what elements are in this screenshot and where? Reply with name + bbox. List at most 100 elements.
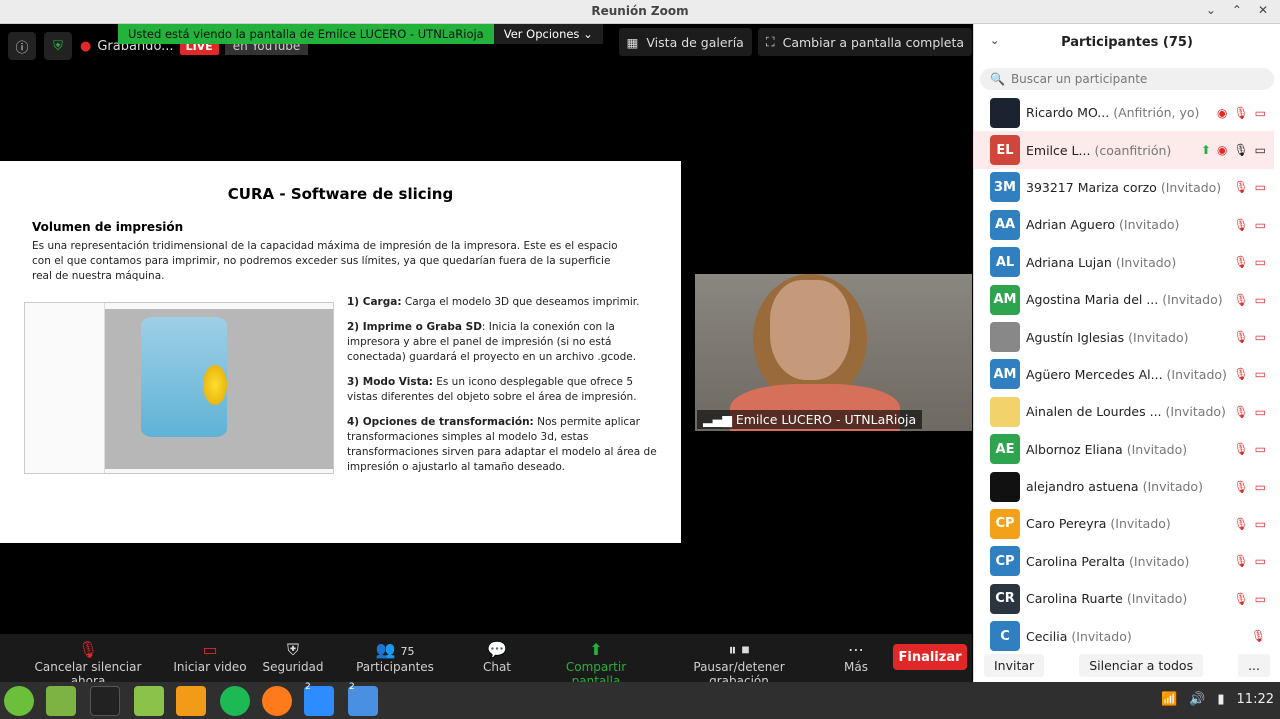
participant-row[interactable]: CP Carolina Peralta (Invitado) 🎙 ▭ — [974, 543, 1274, 580]
system-tray: 📶 🔊 ▮ 11:22 — [1161, 692, 1274, 707]
share-banner-text: Usted está viendo la pantalla de Emilce … — [118, 24, 494, 44]
share-icon: ⬆ — [589, 640, 603, 659]
mute-all-button[interactable]: Silenciar a todos — [1079, 653, 1204, 677]
view-options-button[interactable]: Ver Opciones ⌄ — [493, 24, 603, 44]
participant-row[interactable]: C Cecilia (Invitado) 🎙 — [974, 617, 1274, 652]
video-off-icon: ▭ — [202, 640, 218, 659]
expand-icon: ⛶ — [765, 34, 775, 49]
shield-icon: ⛨ — [286, 640, 299, 659]
avatar — [990, 322, 1020, 353]
participant-row[interactable]: AM Agüero Mercedes Al... (Invitado) 🎙 ▭ — [974, 356, 1274, 393]
mic-muted-icon: 🎙 — [1233, 255, 1249, 270]
record-icon: ◉ — [1216, 105, 1228, 120]
more-options-button[interactable]: ... — [1238, 653, 1270, 677]
avatar: AE — [990, 434, 1020, 465]
participant-row[interactable]: Agustín Iglesias (Invitado) 🎙 ▭ — [974, 318, 1274, 355]
share-screen-button[interactable]: ⬆ Compartir pantalla — [540, 640, 652, 688]
panel-header: ⌄ Participantes (75) — [974, 24, 1280, 60]
wifi-icon[interactable]: 📶 — [1161, 692, 1177, 707]
video-off-icon: ▭ — [1254, 330, 1266, 345]
info-icon[interactable]: ⓘ — [8, 32, 36, 60]
participant-row[interactable]: AA Adrian Aguero (Invitado) 🎙 ▭ — [974, 206, 1274, 243]
participant-row[interactable]: AL Adriana Lujan (Invitado) 🎙 ▭ — [974, 244, 1274, 281]
spotify-icon[interactable] — [220, 686, 250, 716]
close-icon[interactable]: ✕ — [1258, 3, 1268, 17]
terminal-icon[interactable] — [90, 686, 120, 716]
model-object — [203, 365, 227, 405]
speaker-name-label: ▂▄▆ Emilce LUCERO - UTNLaRioja — [697, 410, 923, 429]
chat-icon: 💬 — [487, 640, 507, 659]
slide-steps: 1) Carga: Carga el modelo 3D que deseamo… — [347, 295, 657, 485]
pause-stop-icon: ⏸ ⏹ — [728, 640, 750, 659]
security-button[interactable]: ⛨ Seguridad — [258, 640, 328, 674]
folder-icon[interactable] — [134, 686, 164, 716]
chat-button[interactable]: 💬 Chat — [476, 640, 518, 674]
avatar: EL — [990, 135, 1020, 166]
avatar: AM — [990, 284, 1020, 315]
participant-row[interactable]: EL Emilce L... (coanfitrión) ⬆ ◉ 🎙 ▭ — [974, 131, 1274, 169]
avatar: CP — [990, 508, 1020, 539]
video-off-icon: ▭ — [1254, 404, 1266, 419]
participant-row[interactable]: CR Carolina Ruarte (Invitado) 🎙 ▭ — [974, 580, 1274, 617]
restore-icon[interactable]: ⌃ — [1232, 3, 1242, 17]
avatar: C — [990, 621, 1020, 652]
avatar: 3M — [990, 172, 1020, 203]
mic-icon: 🎙 — [1233, 143, 1249, 158]
mic-muted-icon: 🎙 — [1233, 516, 1249, 531]
cura-settings-panel — [25, 303, 105, 473]
video-off-icon: ▭ — [1254, 591, 1266, 606]
video-off-icon: ▭ — [1254, 180, 1266, 195]
files-icon[interactable] — [46, 686, 76, 716]
clock[interactable]: 11:22 — [1237, 692, 1274, 707]
mic-muted-icon: 🎙 — [1233, 180, 1249, 195]
speaker-video[interactable]: ▂▄▆ Emilce LUCERO - UTNLaRioja — [695, 274, 972, 431]
people-icon: 👥 75 — [375, 640, 415, 659]
mint-menu-icon[interactable] — [4, 686, 34, 716]
invite-button[interactable]: Invitar — [984, 653, 1045, 677]
mic-muted-icon: 🎙 — [1233, 367, 1249, 382]
video-off-icon: ▭ — [1254, 554, 1266, 569]
unmute-button[interactable]: 🎙 Cancelar silenciar ahora — [18, 640, 158, 688]
gallery-view-button[interactable]: ▦ Vista de galería — [618, 28, 752, 56]
mic-muted-icon: 🎙 — [1233, 591, 1249, 606]
chevron-down-icon[interactable]: ⌄ — [1206, 3, 1216, 17]
chevron-down-icon[interactable]: ⌄ — [990, 34, 999, 47]
slide-subtitle: Volumen de impresión — [32, 220, 184, 234]
step-4: 4) Opciones de transformación: Nos permi… — [347, 416, 657, 473]
zoom-window-count: 2 — [305, 682, 311, 692]
participant-row[interactable]: 3M 393217 Mariza corzo (Invitado) 🎙 ▭ — [974, 169, 1274, 206]
shield-icon[interactable]: ⛨ — [44, 32, 72, 60]
avatar — [990, 471, 1020, 502]
video-off-icon: ▭ — [1254, 217, 1266, 232]
mic-muted-icon: 🎙 — [1233, 442, 1249, 457]
participant-row[interactable]: alejandro astuena (Invitado) 🎙 ▭ — [974, 468, 1274, 505]
shared-slide: CURA - Software de slicing Volumen de im… — [0, 161, 681, 543]
more-button[interactable]: ⋯ Más — [838, 640, 874, 674]
meeting-toolbar: 🎙 Cancelar silenciar ahora ▭ Iniciar vid… — [0, 634, 972, 688]
firefox-icon[interactable] — [262, 686, 292, 716]
mic-muted-icon: 🎙 — [1233, 479, 1249, 494]
volume-icon[interactable]: 🔊 — [1189, 692, 1205, 707]
sublime-icon[interactable] — [176, 686, 206, 716]
participant-row[interactable]: Ricardo MO... (Anfitrión, yo) ◉ 🎙 ▭ — [974, 94, 1274, 131]
start-video-button[interactable]: ▭ Iniciar video — [172, 640, 248, 674]
participants-panel: ⌄ Participantes (75) 🔍 Buscar un partici… — [973, 24, 1280, 682]
participant-row[interactable]: Ainalen de Lourdes ... (Invitado) 🎙 ▭ — [974, 393, 1274, 430]
video-off-icon: ▭ — [1254, 442, 1266, 457]
participant-row[interactable]: CP Caro Pereyra (Invitado) 🎙 ▭ — [974, 505, 1274, 542]
participants-button[interactable]: 👥 75 Participantes — [354, 640, 436, 674]
mic-muted-icon: 🎙 — [1233, 292, 1249, 307]
participant-row[interactable]: AE Albornoz Eliana (Invitado) 🎙 ▭ — [974, 431, 1274, 468]
window-title: Reunión Zoom — [591, 4, 689, 18]
step-3: 3) Modo Vista: Es un icono desplegable q… — [347, 376, 637, 403]
pause-recording-button[interactable]: ⏸ ⏹ Pausar/detener grabación — [664, 640, 814, 688]
battery-icon[interactable]: ▮ — [1217, 692, 1224, 707]
mic-muted-icon: 🎙 — [77, 640, 99, 659]
participant-row[interactable]: AM Agostina Maria del ... (Invitado) 🎙 ▭ — [974, 281, 1274, 318]
slide-intro: Es una representación tridimensional de … — [32, 240, 618, 282]
participant-search-input[interactable]: 🔍 Buscar un participante — [980, 68, 1274, 90]
video-off-icon: ▭ — [1254, 367, 1266, 382]
fullscreen-button[interactable]: ⛶ Cambiar a pantalla completa — [757, 28, 972, 56]
video-off-icon: ▭ — [1254, 516, 1266, 531]
end-meeting-button[interactable]: Finalizar — [893, 644, 967, 670]
